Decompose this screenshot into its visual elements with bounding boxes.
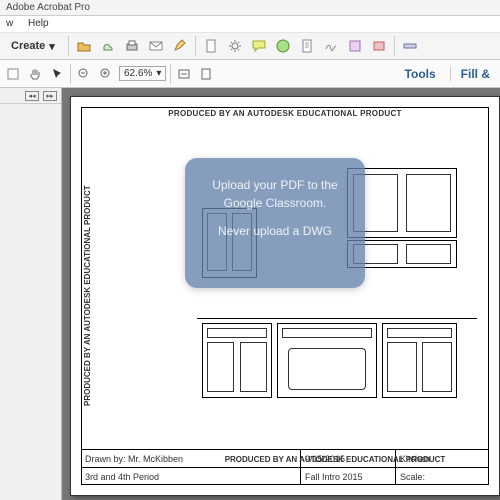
- navigation-pane: ◂◂ ▸▸: [0, 88, 62, 500]
- watermark-bottom: PRODUCED BY AN AUTODESK EDUCATIONAL PROD…: [182, 455, 488, 464]
- fit-page-icon[interactable]: [197, 65, 215, 83]
- instruction-overlay: Upload your PDF to the Google Classroom.…: [185, 158, 365, 288]
- separator: [68, 36, 69, 56]
- doc-icon[interactable]: [298, 37, 316, 55]
- watermark-top: PRODUCED BY AN AUTODESK EDUCATIONAL PROD…: [82, 109, 488, 118]
- select-icon[interactable]: [48, 65, 66, 83]
- tools-tab[interactable]: Tools: [395, 67, 436, 81]
- edit-icon[interactable]: [171, 37, 189, 55]
- main-toolbar: Create ▾: [0, 32, 500, 60]
- page-thumbnail-icon[interactable]: [4, 65, 22, 83]
- sign-icon[interactable]: [322, 37, 340, 55]
- comment-icon[interactable]: [250, 37, 268, 55]
- menu-item[interactable]: w: [6, 18, 13, 29]
- open-icon[interactable]: [75, 37, 93, 55]
- chevron-down-icon: ▾: [156, 68, 161, 79]
- multimedia-icon[interactable]: [370, 37, 388, 55]
- prev-icon[interactable]: ◂◂: [25, 91, 39, 101]
- fill-sign-tab[interactable]: Fill &: [450, 67, 490, 81]
- scale: Scale:: [396, 468, 489, 485]
- zoom-in-icon[interactable]: [97, 65, 115, 83]
- customize-icon[interactable]: [401, 37, 419, 55]
- form-icon[interactable]: [346, 37, 364, 55]
- email-icon[interactable]: [147, 37, 165, 55]
- next-icon[interactable]: ▸▸: [43, 91, 57, 101]
- pdf-page: PRODUCED BY AN AUTODESK EDUCATIONAL PROD…: [70, 96, 500, 496]
- right-pane-tabs: Tools Fill &: [395, 67, 496, 81]
- separator: [394, 36, 395, 56]
- print-icon[interactable]: [123, 37, 141, 55]
- period: 3rd and 4th Period: [81, 468, 301, 485]
- hand-icon[interactable]: [26, 65, 44, 83]
- approve-icon[interactable]: [274, 37, 292, 55]
- separator: [195, 36, 196, 56]
- course: Fall Intro 2015: [301, 468, 396, 485]
- watermark-left: PRODUCED BY AN AUTODESK EDUCATIONAL PROD…: [83, 108, 92, 484]
- separator: [170, 64, 171, 84]
- menu-bar: w Help: [0, 16, 500, 32]
- page-icon[interactable]: [202, 37, 220, 55]
- chevron-down-icon: ▾: [49, 40, 55, 53]
- fit-width-icon[interactable]: [175, 65, 193, 83]
- document-viewport[interactable]: PRODUCED BY AN AUTODESK EDUCATIONAL PROD…: [62, 88, 500, 500]
- menu-item-help[interactable]: Help: [28, 18, 49, 29]
- separator: [70, 64, 71, 84]
- gear-icon[interactable]: [226, 37, 244, 55]
- save-cloud-icon[interactable]: [99, 37, 117, 55]
- window-title: Adobe Acrobat Pro: [0, 0, 500, 16]
- zoom-level[interactable]: 62.6% ▾: [119, 66, 166, 81]
- zoom-out-icon[interactable]: [75, 65, 93, 83]
- create-button[interactable]: Create ▾: [4, 37, 62, 56]
- nav-toolbar: 62.6% ▾ Tools Fill &: [0, 60, 500, 88]
